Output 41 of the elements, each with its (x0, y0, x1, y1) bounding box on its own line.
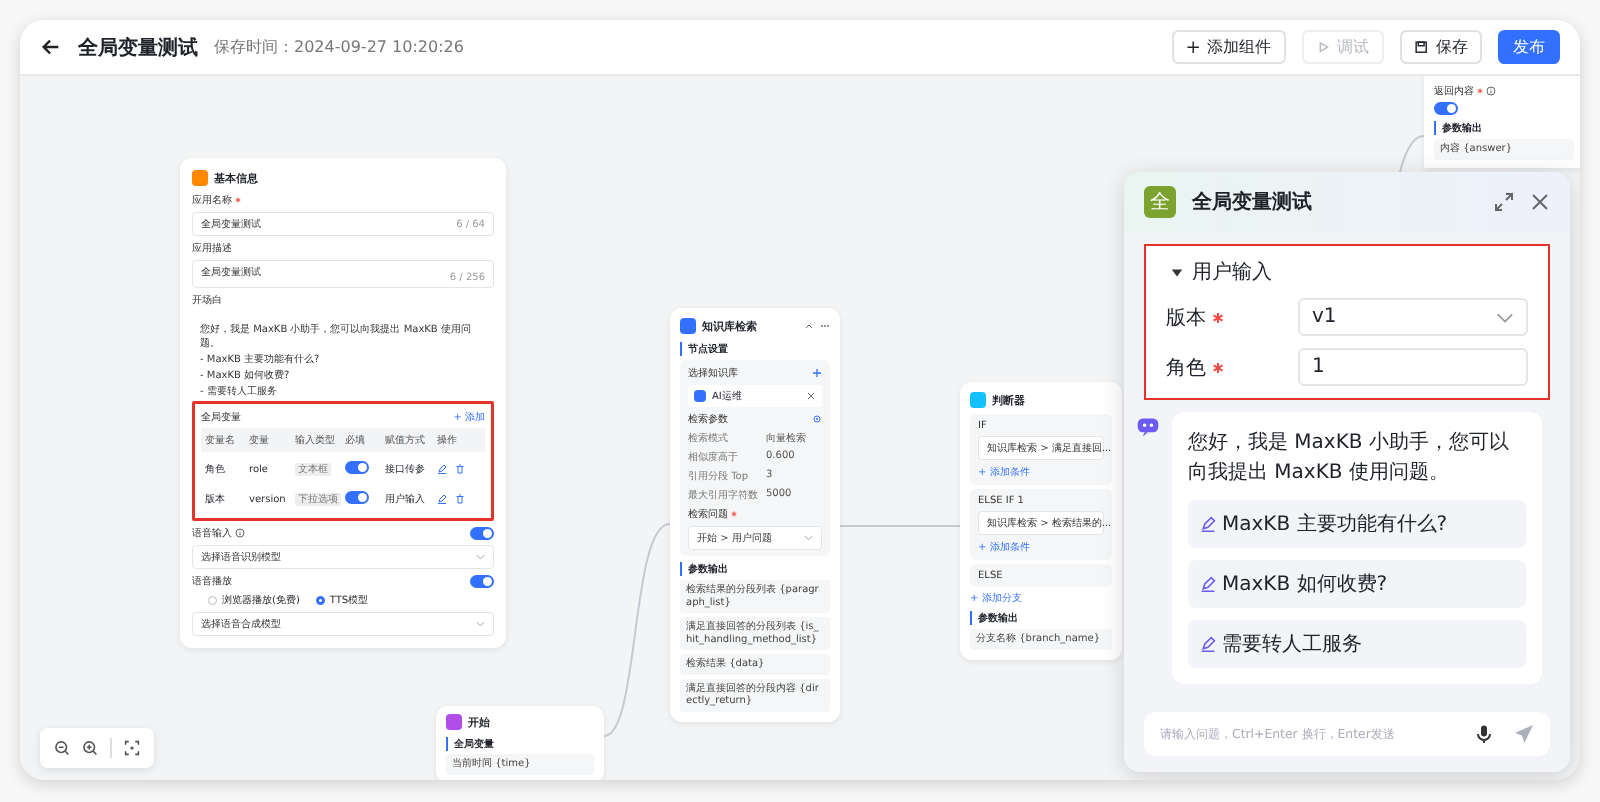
suggestion-chip[interactable]: 需要转人工服务 (1188, 620, 1526, 668)
page-title: 全局变量测试 (78, 34, 198, 61)
voice-play-toggle[interactable] (470, 574, 494, 588)
connector-line (839, 525, 961, 527)
caret-icon[interactable] (1170, 265, 1184, 279)
pencil-icon (1200, 576, 1216, 592)
plus-icon (1186, 39, 1201, 55)
chevron-down-icon (1496, 311, 1514, 323)
add-component-button[interactable]: 添加组件 (1171, 29, 1286, 65)
voice-input-toggle[interactable] (470, 526, 494, 540)
close-icon[interactable] (1530, 192, 1550, 212)
back-arrow-icon[interactable] (40, 36, 62, 58)
plus-icon[interactable] (812, 368, 822, 378)
basic-info-node[interactable] (180, 158, 506, 648)
field-label: 版本 (1166, 305, 1206, 331)
greeting-text: 您好，我是 MaxKB 小助手，您可以向我提出 MaxKB 使用问题。 (1188, 429, 1511, 488)
form-heading: 用户输入 (1192, 259, 1272, 286)
suggestion-chip[interactable]: MaxKB 主要功能有什么? (1188, 500, 1526, 548)
knowledge-retrieval-node[interactable] (670, 308, 840, 722)
zoom-out-icon[interactable] (54, 740, 70, 756)
zoom-in-icon[interactable] (82, 740, 98, 756)
fit-view-icon[interactable] (124, 740, 140, 756)
version-select[interactable]: v1 (1298, 298, 1528, 336)
text-field[interactable]: 1 (1298, 348, 1528, 386)
required-toggle[interactable] (345, 491, 369, 504)
app-avatar: 全 (1144, 186, 1176, 218)
play-icon (1316, 39, 1331, 55)
field-label: 角色 (1166, 355, 1206, 381)
pencil-icon (1200, 516, 1216, 532)
save-button[interactable]: 保存 (1400, 29, 1483, 65)
suggestion-chip[interactable]: MaxKB 如何收费? (1188, 560, 1526, 608)
publish-button[interactable]: 发布 (1498, 29, 1560, 65)
pencil-icon (1200, 636, 1216, 652)
required-toggle[interactable] (345, 461, 369, 474)
robot-icon (1136, 416, 1160, 438)
expand-icon[interactable] (1494, 192, 1514, 212)
save-time: 保存时间：2024-09-27 10:20:26 (214, 36, 464, 58)
chat-title: 全局变量测试 (1192, 188, 1312, 216)
return-toggle[interactable] (1434, 102, 1458, 115)
save-icon (1414, 39, 1430, 55)
microphone-icon[interactable] (1474, 724, 1494, 744)
